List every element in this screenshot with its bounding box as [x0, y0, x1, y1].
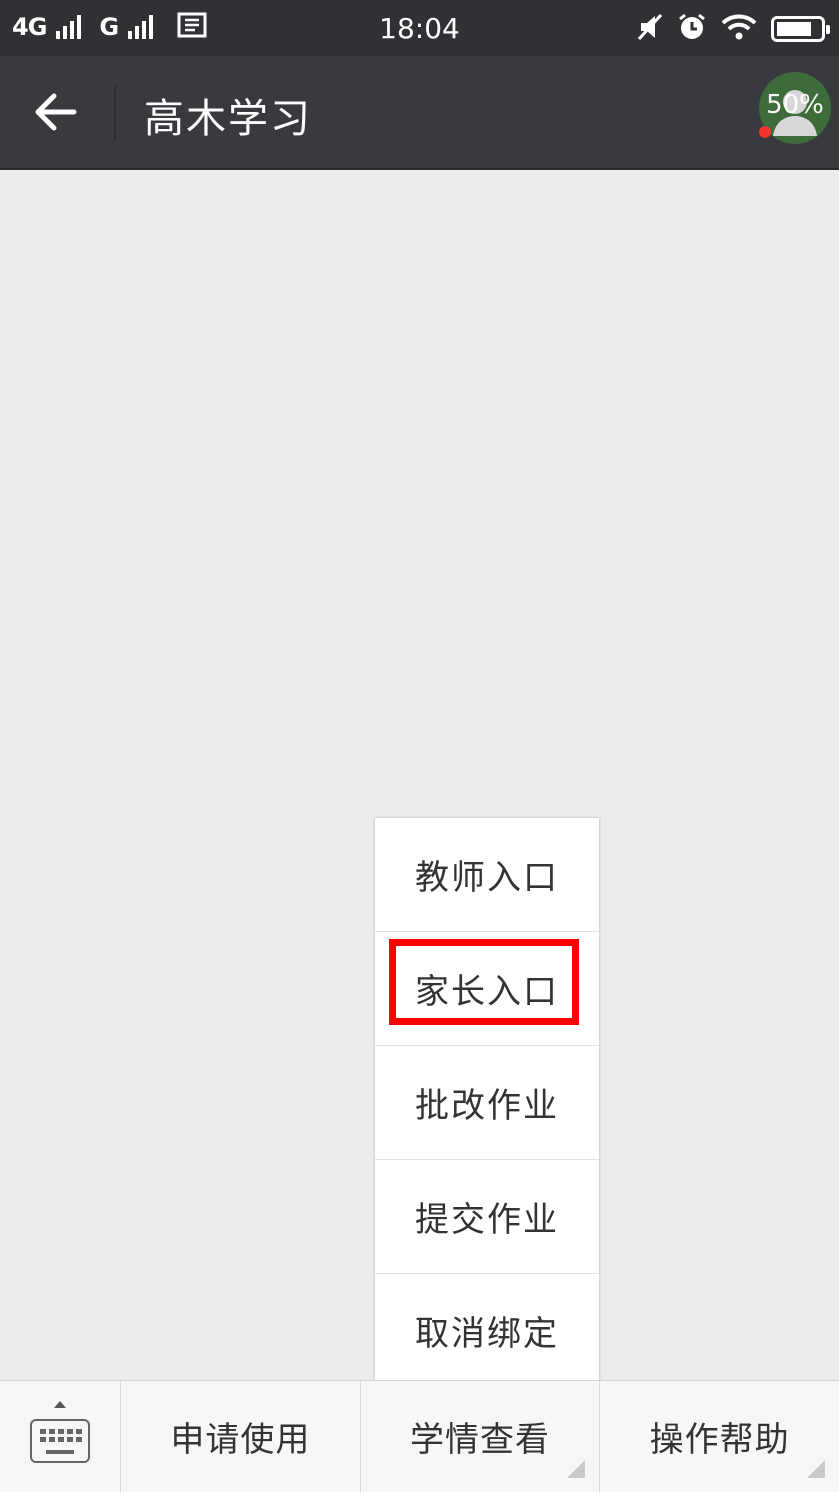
alarm-clock-icon [677, 12, 707, 46]
menu-tab-learning-status[interactable]: 学情查看 [361, 1381, 601, 1492]
menu-item-grade-homework[interactable]: 批改作业 [375, 1046, 599, 1160]
menu-item-label: 教师入口 [415, 858, 559, 898]
wifi-icon [721, 13, 757, 45]
menu-item-label: 取消绑定 [415, 1314, 559, 1354]
back-button[interactable] [24, 80, 88, 144]
menu-item-unbind[interactable]: 取消绑定 [375, 1274, 599, 1387]
back-arrow-icon [35, 93, 77, 131]
status-bar: 4G G 18:04 [0, 0, 839, 56]
nav-divider [114, 86, 116, 140]
submenu-indicator-icon [567, 1460, 586, 1478]
bottom-menu-bar: 申请使用 学情查看 操作帮助 [0, 1380, 839, 1492]
keyboard-icon [30, 1419, 90, 1463]
navigation-bar: 高木学习 50% [0, 56, 839, 168]
menu-tab-apply[interactable]: 申请使用 [121, 1381, 361, 1492]
menu-tab-label: 申请使用 [170, 1420, 311, 1460]
submenu-indicator-icon [807, 1460, 826, 1478]
menu-tab-label: 操作帮助 [649, 1420, 790, 1460]
keyboard-toggle-button[interactable] [0, 1381, 121, 1492]
menu-item-label: 提交作业 [415, 1200, 559, 1240]
caret-up-icon [54, 1401, 66, 1408]
mute-icon [637, 13, 663, 45]
menu-item-submit-homework[interactable]: 提交作业 [375, 1160, 599, 1274]
profile-progress-label: 50% [766, 90, 824, 120]
battery-icon [771, 16, 830, 42]
notification-dot [759, 126, 771, 138]
menu-item-teacher-entry[interactable]: 教师入口 [375, 818, 599, 932]
menu-item-parent-entry[interactable]: 家长入口 [375, 932, 599, 1046]
page-title: 高木学习 [144, 96, 312, 142]
menu-tab-label: 学情查看 [410, 1420, 550, 1460]
menu-item-label: 批改作业 [415, 1086, 559, 1126]
menu-tab-help[interactable]: 操作帮助 [600, 1381, 839, 1492]
submenu-popup: 教师入口 家长入口 批改作业 提交作业 取消绑定 [375, 818, 599, 1387]
menu-item-label: 家长入口 [415, 972, 559, 1012]
status-icons [637, 12, 830, 46]
